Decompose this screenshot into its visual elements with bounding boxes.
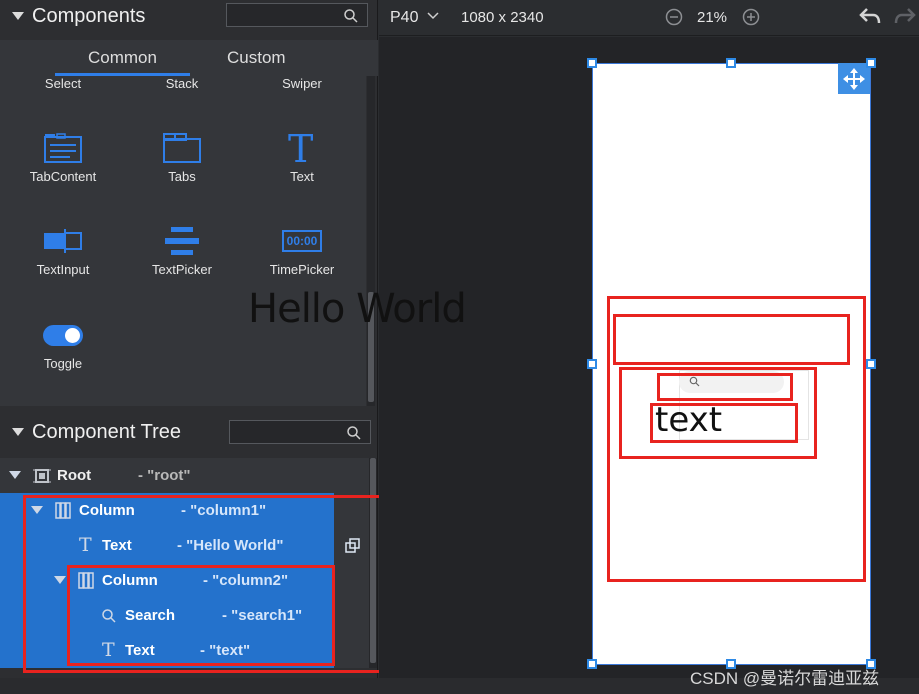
collapse-arrow-icon[interactable]	[12, 12, 24, 20]
tree-node-id: - "Hello World"	[177, 537, 284, 554]
palette-item-textpicker[interactable]: TextPicker	[127, 262, 237, 277]
tree-node-name: Root	[57, 467, 92, 484]
tree-node-name: Column	[102, 572, 158, 589]
tree-search-input[interactable]	[229, 420, 371, 444]
component-tree-header: Component Tree	[0, 416, 378, 448]
expand-arrow-icon[interactable]	[31, 506, 43, 514]
expand-arrow-icon[interactable]	[54, 576, 66, 584]
preview-hello-text[interactable]: Hello World	[248, 286, 467, 332]
collapse-arrow-icon[interactable]	[12, 428, 24, 436]
tab-common[interactable]: Common	[88, 48, 157, 68]
component-palette: Select Stack Swiper TabContent Tabs T Te…	[0, 76, 366, 406]
phone-preview[interactable]	[592, 63, 871, 665]
tree-node-id: - "search1"	[222, 607, 303, 624]
preview-text[interactable]: text	[655, 400, 722, 440]
palette-item-timepicker[interactable]: TimePicker	[247, 262, 357, 277]
component-tabs: Common Custom	[0, 40, 378, 76]
tree-node-name: Search	[125, 607, 176, 624]
tabs-icon	[163, 133, 201, 163]
resize-handle-tl[interactable]	[587, 58, 597, 68]
tree-row-column2[interactable]: Column - "column2"	[0, 563, 334, 598]
tree-node-id: - "text"	[200, 642, 251, 659]
palette-item-swiper[interactable]: Swiper	[247, 76, 357, 91]
device-selector[interactable]: P40	[390, 9, 418, 27]
tree-node-name: Text	[125, 642, 155, 659]
search-icon	[344, 9, 358, 23]
search-icon	[102, 609, 116, 623]
resize-handle-tr[interactable]	[866, 58, 876, 68]
watermark: CSDN @曼诺尔雷迪亚兹	[690, 669, 880, 688]
component-tree: Root - "root" Column - "column1" T Text …	[0, 458, 370, 668]
column-icon	[55, 502, 71, 519]
resize-handle-bl[interactable]	[587, 659, 597, 669]
move-icon	[843, 67, 865, 90]
resize-handle-mr[interactable]	[866, 359, 876, 369]
resize-handle-ml[interactable]	[587, 359, 597, 369]
zoom-level: 21%	[697, 9, 728, 26]
components-title: Components	[32, 4, 146, 27]
components-header: Components	[0, 0, 378, 32]
palette-scrollbar[interactable]	[367, 76, 375, 406]
text-icon: T	[102, 639, 115, 661]
design-canvas[interactable]	[379, 37, 919, 694]
palette-item-textinput[interactable]: TextInput	[8, 262, 118, 277]
text-icon: T	[288, 127, 314, 171]
palette-item-select[interactable]: Select	[8, 76, 118, 91]
text-input-icon	[44, 229, 82, 253]
undo-icon[interactable]	[859, 7, 881, 25]
zoom-out-icon[interactable]	[665, 8, 683, 26]
text-icon: T	[79, 534, 92, 556]
canvas-toolbar: P40 1080 x 2340 21%	[379, 0, 919, 36]
tab-custom[interactable]: Custom	[227, 48, 286, 68]
tree-row-text-text[interactable]: T Text - "text"	[0, 633, 334, 668]
tree-row-root[interactable]: Root - "root"	[0, 458, 336, 493]
components-search-input[interactable]	[226, 3, 368, 27]
search-icon	[689, 376, 700, 387]
preview-search-bar[interactable]	[679, 371, 784, 393]
copy-icon[interactable]	[345, 538, 360, 553]
resize-handle-tc[interactable]	[726, 58, 736, 68]
time-picker-icon: 00:00	[282, 230, 322, 252]
palette-item-stack[interactable]: Stack	[127, 76, 237, 91]
redo-icon[interactable]	[894, 7, 916, 25]
tree-node-name: Text	[102, 537, 132, 554]
tree-scroll-thumb[interactable]	[370, 458, 376, 663]
palette-item-toggle[interactable]: Toggle	[8, 356, 118, 371]
tree-row-text-hello[interactable]: T Text - "Hello World"	[0, 528, 360, 563]
zoom-in-icon[interactable]	[742, 8, 760, 26]
palette-item-tabcontent[interactable]: TabContent	[8, 169, 118, 184]
palette-item-tabs[interactable]: Tabs	[127, 169, 237, 184]
tab-content-icon	[44, 133, 82, 163]
palette-item-text[interactable]: Text	[247, 169, 357, 184]
tree-row-search[interactable]: Search - "search1"	[0, 598, 334, 633]
root-icon	[33, 469, 51, 483]
tree-node-name: Column	[79, 502, 135, 519]
resolution-label: 1080 x 2340	[461, 9, 544, 26]
toggle-icon	[43, 325, 83, 346]
tree-scrollbar[interactable]	[369, 458, 377, 668]
tree-node-id: - "root"	[138, 467, 191, 484]
chevron-down-icon[interactable]	[427, 12, 439, 20]
search-icon	[347, 426, 361, 440]
tree-node-id: - "column2"	[203, 572, 289, 589]
text-picker-icon	[165, 227, 199, 255]
component-tree-title: Component Tree	[32, 420, 181, 443]
tree-node-id: - "column1"	[181, 502, 267, 519]
left-panel: Components Common Custom Select Stack Sw…	[0, 0, 384, 694]
column-icon	[78, 572, 94, 589]
tree-row-column1[interactable]: Column - "column1"	[0, 493, 334, 528]
expand-arrow-icon[interactable]	[9, 471, 21, 479]
